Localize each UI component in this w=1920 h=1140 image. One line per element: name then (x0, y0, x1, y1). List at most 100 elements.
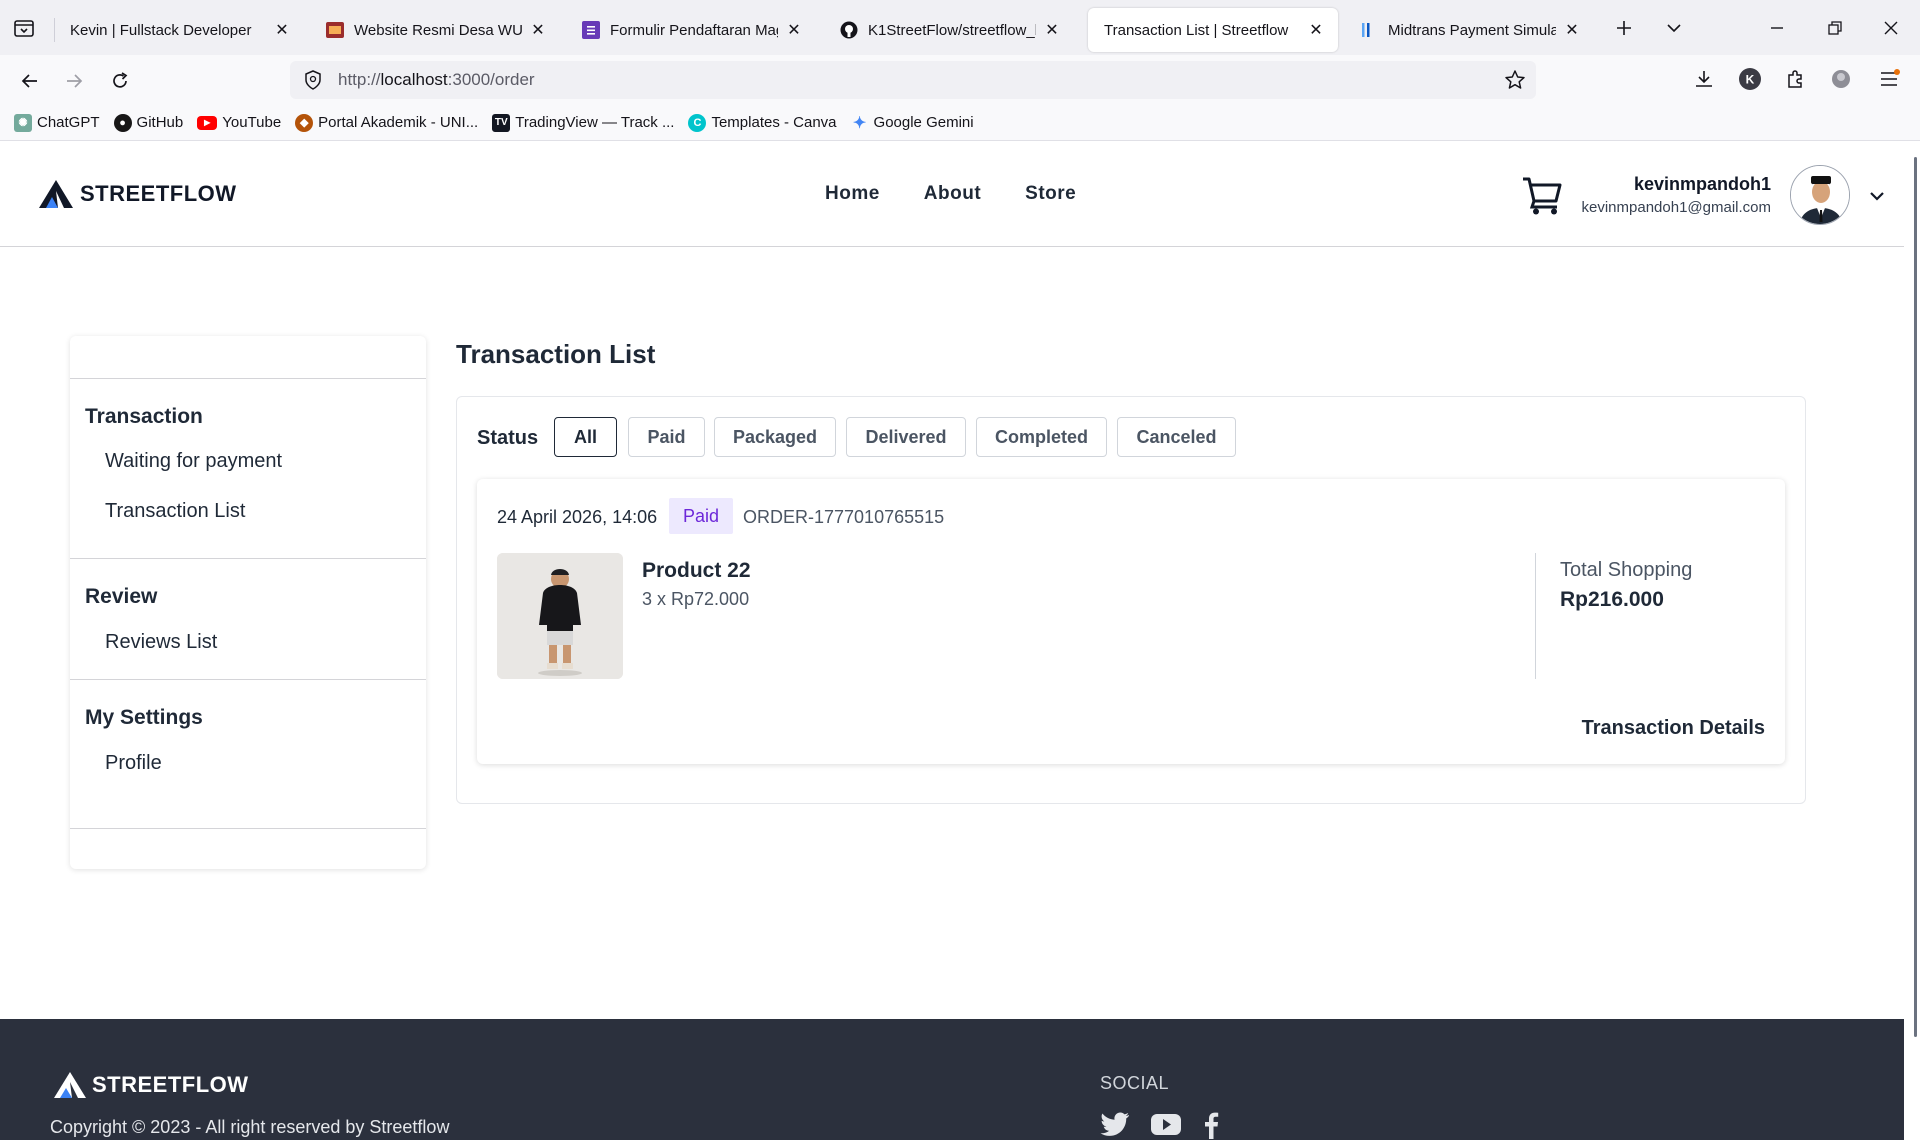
new-tab-icon[interactable] (1610, 14, 1638, 42)
close-icon[interactable]: ✕ (1306, 20, 1326, 40)
app-menu-icon[interactable] (1876, 66, 1902, 92)
user-email: kevinmpandoh1@gmail.com (1581, 199, 1772, 216)
bookmarks-bar: ✺ ChatGPT ● GitHub ▶ YouTube ◆ Portal Ak… (0, 105, 1920, 141)
filter-paid-button[interactable]: Paid (628, 417, 705, 457)
youtube-icon: ▶ (197, 115, 218, 130)
url-host: localhost (380, 70, 448, 89)
chevron-down-icon[interactable] (1866, 185, 1888, 207)
filter-completed-button[interactable]: Completed (976, 417, 1107, 457)
bookmark-label: Templates - Canva (711, 114, 837, 131)
transaction-panel: Status All Paid Packaged Delivered Compl… (456, 396, 1806, 804)
close-icon[interactable]: ✕ (1562, 20, 1582, 40)
bookmark-youtube[interactable]: ▶ YouTube (197, 114, 281, 131)
sidebar-item-profile[interactable]: Profile (105, 752, 162, 775)
page-title: Transaction List (456, 339, 656, 369)
footer-social-icons (1100, 1111, 1220, 1140)
url-path: :3000/order (447, 70, 535, 89)
browser-navigation-bar: http://localhost:3000/order (0, 55, 1920, 105)
bookmark-chatgpt[interactable]: ✺ ChatGPT (14, 113, 100, 132)
account-initial: K (1746, 73, 1755, 87)
bookmark-portal-akademik[interactable]: ◆ Portal Akademik - UNI... (295, 113, 478, 132)
transaction-details-link[interactable]: Transaction Details (1582, 717, 1765, 740)
sidebar-divider (70, 378, 426, 379)
restore-icon[interactable] (1821, 14, 1849, 42)
total-divider (1535, 553, 1536, 679)
extensions-icon[interactable] (1782, 66, 1808, 92)
browser-tab[interactable]: Website Resmi Desa WUWU ✕ (310, 8, 560, 52)
downloads-icon[interactable] (1691, 66, 1717, 92)
tab-overflow-chevron-icon[interactable] (1660, 14, 1688, 42)
site-logo[interactable]: STREETFLOW (38, 179, 237, 209)
facebook-icon[interactable] (1202, 1111, 1220, 1140)
sidebar-item-transaction-list[interactable]: Transaction List (105, 500, 245, 523)
window-close-icon[interactable] (1877, 14, 1905, 42)
brand-name: STREETFLOW (80, 181, 237, 206)
footer-social-heading: SOCIAL (1100, 1073, 1170, 1093)
sidebar-item-reviews-list[interactable]: Reviews List (105, 631, 217, 654)
order-id: ORDER-1777010765515 (743, 507, 945, 527)
main-nav: Home About Store (825, 183, 1076, 205)
filter-canceled-button[interactable]: Canceled (1117, 417, 1236, 457)
page-scrollbar[interactable] (1914, 157, 1917, 1037)
midtrans-icon (1360, 21, 1378, 39)
tab-title: Kevin | Fullstack Developer (70, 21, 252, 39)
bookmark-github[interactable]: ● GitHub (113, 113, 183, 132)
close-icon[interactable]: ✕ (528, 20, 548, 40)
reload-icon[interactable] (106, 67, 134, 95)
tab-list-icon[interactable] (12, 16, 36, 40)
bookmark-tradingview[interactable]: TV TradingView — Track ... (492, 113, 675, 132)
user-info[interactable]: kevinmpandoh1 kevinmpandoh1@gmail.com (1582, 174, 1772, 216)
footer-logo[interactable]: STREETFLOW (53, 1071, 249, 1099)
browser-tab[interactable]: Midtrans Payment Simulator ✕ (1344, 8, 1594, 52)
nav-store[interactable]: Store (1025, 183, 1076, 205)
url-scheme: http:// (338, 70, 381, 89)
minimize-icon[interactable] (1763, 14, 1791, 42)
close-icon[interactable]: ✕ (272, 20, 292, 40)
twitter-icon[interactable] (1100, 1111, 1130, 1140)
chatgpt-icon: ✺ (14, 113, 32, 132)
bookmark-star-icon[interactable] (1504, 69, 1526, 91)
filter-all-button[interactable]: All (554, 417, 617, 457)
nav-home[interactable]: Home (825, 183, 880, 205)
url-text: http://localhost:3000/order (338, 70, 535, 90)
bookmark-label: TradingView — Track ... (515, 114, 675, 131)
streetflow-logo-icon (54, 1072, 86, 1098)
close-icon[interactable]: ✕ (1042, 20, 1062, 40)
product-image (497, 553, 623, 679)
url-bar[interactable]: http://localhost:3000/order (290, 61, 1536, 99)
browser-tab[interactable]: K1StreetFlow/streetflow_be ✕ (824, 8, 1074, 52)
sidebar-item-waiting-for-payment[interactable]: Waiting for payment (105, 450, 282, 473)
tab-title: Website Resmi Desa WUWU (354, 21, 522, 39)
browser-tab[interactable]: Kevin | Fullstack Developer ✕ (54, 8, 304, 52)
browser-tab-active[interactable]: Transaction List | Streetflow ✕ (1088, 8, 1338, 52)
back-arrow-icon[interactable] (16, 67, 44, 95)
page-info-icon[interactable] (302, 69, 324, 91)
close-icon[interactable]: ✕ (784, 20, 804, 40)
tab-title: Formulir Pendaftaran Magang (610, 21, 778, 39)
order-date: 24 April 2026, 14:06 (497, 507, 658, 527)
forward-arrow-icon[interactable] (60, 67, 88, 95)
profile-extension-icon[interactable] (1828, 66, 1854, 92)
youtube-icon[interactable] (1150, 1111, 1182, 1140)
streetflow-logo-icon (39, 180, 73, 208)
filter-delivered-button[interactable]: Delivered (846, 417, 966, 457)
footer-brand-name: STREETFLOW (92, 1072, 249, 1097)
site-header: STREETFLOW Home About Store kevinmpandoh… (0, 141, 1904, 247)
bookmark-label: ChatGPT (37, 114, 100, 131)
product-quantity-price: 3 x Rp72.000 (642, 589, 750, 609)
product-name[interactable]: Product 22 (642, 559, 751, 583)
account-avatar-icon[interactable]: K (1737, 66, 1763, 92)
nav-about[interactable]: About (924, 183, 981, 205)
gemini-icon: ✦ (852, 114, 867, 132)
forms-icon (582, 21, 600, 39)
browser-tab[interactable]: Formulir Pendaftaran Magang ✕ (566, 8, 816, 52)
filter-packaged-button[interactable]: Packaged (714, 417, 836, 457)
tradingview-icon: TV (492, 113, 511, 132)
sidebar-heading-transaction: Transaction (85, 405, 203, 428)
bookmark-gemini[interactable]: ✦ Google Gemini (851, 114, 974, 132)
sidebar-divider (70, 558, 426, 559)
tab-title: K1StreetFlow/streetflow_be (868, 21, 1036, 39)
bookmark-canva[interactable]: C Templates - Canva (688, 113, 837, 132)
avatar[interactable] (1790, 165, 1850, 225)
cart-icon[interactable] (1520, 173, 1564, 217)
